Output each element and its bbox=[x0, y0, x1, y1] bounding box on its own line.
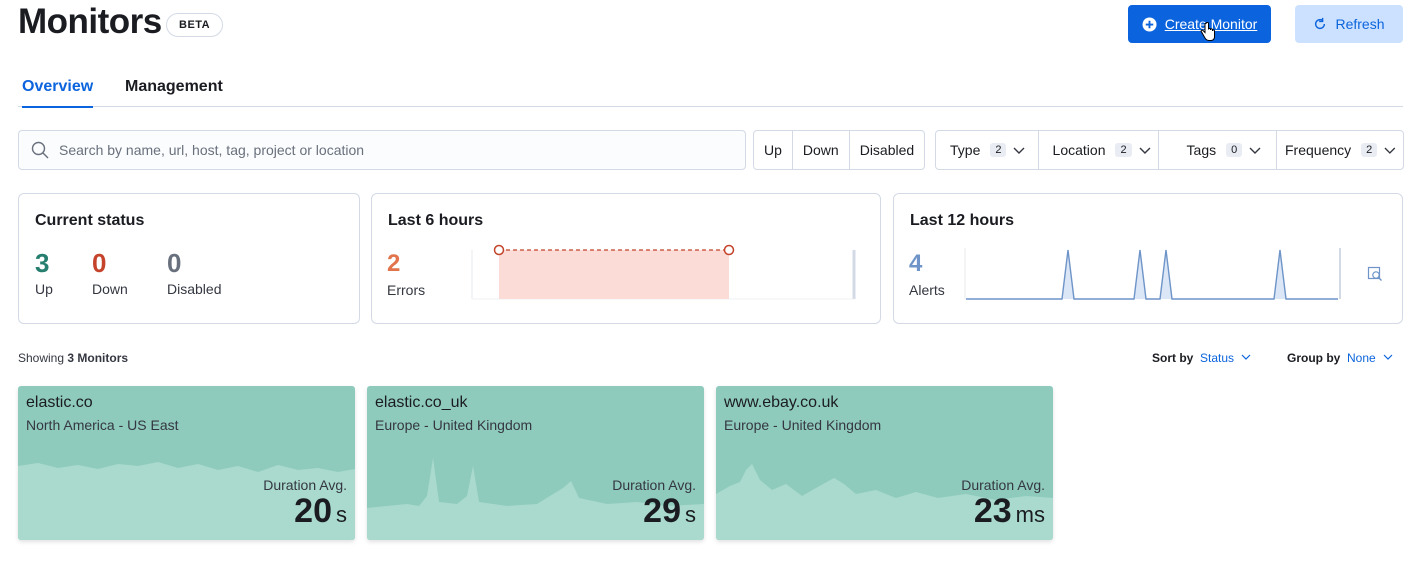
chevron-down-icon bbox=[1013, 147, 1025, 154]
current-status-title: Current status bbox=[35, 212, 145, 229]
monitor-location: Europe - United Kingdom bbox=[724, 417, 882, 433]
monitor-card[interactable]: elastic.co North America - US East Durat… bbox=[18, 386, 355, 540]
monitor-name: www.ebay.co.uk bbox=[724, 394, 839, 411]
chevron-down-icon bbox=[1249, 147, 1261, 154]
page-title: Monitors bbox=[18, 2, 162, 41]
last-12-hours-title: Last 12 hours bbox=[910, 212, 1015, 229]
monitor-name: elastic.co_uk bbox=[375, 394, 468, 411]
search-input[interactable]: Search by name, url, host, tag, project … bbox=[18, 130, 746, 170]
up-label: Up bbox=[35, 281, 53, 297]
frequency-filter-count: 2 bbox=[1361, 143, 1378, 157]
errors-label: Errors bbox=[387, 282, 426, 298]
type-filter-label: Type bbox=[950, 142, 981, 158]
hand-cursor-icon bbox=[1200, 22, 1215, 41]
refresh-label: Refresh bbox=[1335, 16, 1385, 32]
error-end-marker bbox=[723, 244, 735, 256]
duration-number: 29 bbox=[643, 492, 681, 530]
duration-value: 23 ms bbox=[974, 492, 1045, 531]
alerts-series-line bbox=[966, 249, 1338, 300]
up-count: 3 bbox=[35, 248, 50, 278]
type-filter-count: 2 bbox=[990, 143, 1007, 157]
duration-unit: s bbox=[336, 502, 347, 527]
group-by-label: Group by bbox=[1287, 351, 1341, 365]
current-status-panel: Current status 3 Up 0 Down 0 Disabled bbox=[18, 193, 360, 324]
errors-count: 2 bbox=[387, 250, 401, 277]
duration-unit: s bbox=[685, 502, 696, 527]
monitor-card[interactable]: elastic.co_uk Europe - United Kingdom Du… bbox=[367, 386, 704, 540]
down-label: Down bbox=[92, 281, 128, 297]
location-filter[interactable]: Location 2 bbox=[1039, 131, 1159, 169]
duration-label: Duration Avg. bbox=[612, 477, 696, 493]
sort-by-control[interactable]: Sort by Status bbox=[1152, 351, 1251, 365]
showing-summary: Showing 3 Monitors bbox=[18, 351, 128, 365]
refresh-button[interactable]: Refresh bbox=[1295, 5, 1403, 43]
errors-timeline-chart bbox=[471, 244, 856, 300]
tags-filter-label: Tags bbox=[1186, 142, 1217, 158]
type-filter[interactable]: Type 2 bbox=[936, 131, 1039, 169]
chevron-down-icon bbox=[1139, 147, 1151, 154]
tab-overview[interactable]: Overview bbox=[22, 78, 94, 108]
showing-prefix: Showing bbox=[18, 351, 65, 365]
alerts-count: 4 bbox=[909, 250, 923, 277]
monitor-location: North America - US East bbox=[26, 417, 179, 433]
inspect-icon[interactable] bbox=[1367, 266, 1383, 282]
filter-up-button[interactable]: Up bbox=[754, 131, 793, 169]
location-filter-label: Location bbox=[1052, 142, 1106, 158]
chevron-down-icon bbox=[1384, 147, 1396, 154]
filter-down-button[interactable]: Down bbox=[793, 131, 850, 169]
duration-label: Duration Avg. bbox=[961, 477, 1045, 493]
beta-badge: BETA bbox=[166, 13, 224, 37]
tags-filter[interactable]: Tags 0 bbox=[1159, 131, 1277, 169]
duration-value: 29 s bbox=[643, 492, 696, 531]
error-start-marker bbox=[493, 244, 505, 256]
chevron-down-icon bbox=[1241, 354, 1251, 360]
tags-filter-count: 0 bbox=[1226, 143, 1243, 157]
duration-unit: ms bbox=[1015, 502, 1045, 527]
monitor-name: elastic.co bbox=[26, 394, 93, 411]
duration-number: 20 bbox=[294, 492, 332, 530]
frequency-filter-label: Frequency bbox=[1285, 142, 1352, 158]
duration-label: Duration Avg. bbox=[263, 477, 347, 493]
error-region bbox=[499, 250, 729, 299]
last-12-hours-panel: Last 12 hours 4 Alerts bbox=[893, 193, 1403, 324]
plus-circle-icon bbox=[1142, 16, 1157, 32]
monitor-location: Europe - United Kingdom bbox=[375, 417, 533, 433]
frequency-filter[interactable]: Frequency 2 bbox=[1277, 131, 1403, 169]
last-6-hours-panel: Last 6 hours 2 Errors bbox=[371, 193, 881, 324]
tab-bar: Overview Management bbox=[18, 70, 1403, 108]
refresh-icon bbox=[1315, 17, 1326, 30]
showing-count: 3 Monitors bbox=[67, 351, 129, 365]
duration-value: 20 s bbox=[294, 492, 347, 531]
group-by-control[interactable]: Group by None bbox=[1287, 351, 1393, 365]
chevron-down-icon bbox=[1383, 354, 1393, 360]
disabled-label: Disabled bbox=[167, 281, 222, 297]
status-filter-group: Up Down Disabled bbox=[753, 130, 926, 170]
last-6-hours-title: Last 6 hours bbox=[388, 212, 484, 229]
duration-number: 23 bbox=[973, 492, 1012, 530]
alerts-timeline-chart bbox=[964, 248, 1341, 300]
sort-by-value: Status bbox=[1200, 351, 1235, 365]
alerts-label: Alerts bbox=[909, 282, 945, 298]
sort-by-label: Sort by bbox=[1152, 351, 1194, 365]
monitor-card[interactable]: www.ebay.co.uk Europe - United Kingdom D… bbox=[716, 386, 1053, 540]
tab-management[interactable]: Management bbox=[125, 78, 223, 106]
search-placeholder: Search by name, url, host, tag, project … bbox=[59, 142, 365, 158]
group-by-value: None bbox=[1347, 351, 1376, 365]
down-count: 0 bbox=[92, 248, 107, 278]
filter-dropdown-group: Type 2 Location 2 Tags 0 Frequency 2 bbox=[935, 130, 1404, 170]
search-icon bbox=[31, 141, 49, 159]
disabled-count: 0 bbox=[167, 248, 182, 278]
filter-disabled-button[interactable]: Disabled bbox=[850, 131, 924, 169]
location-filter-count: 2 bbox=[1115, 143, 1132, 157]
